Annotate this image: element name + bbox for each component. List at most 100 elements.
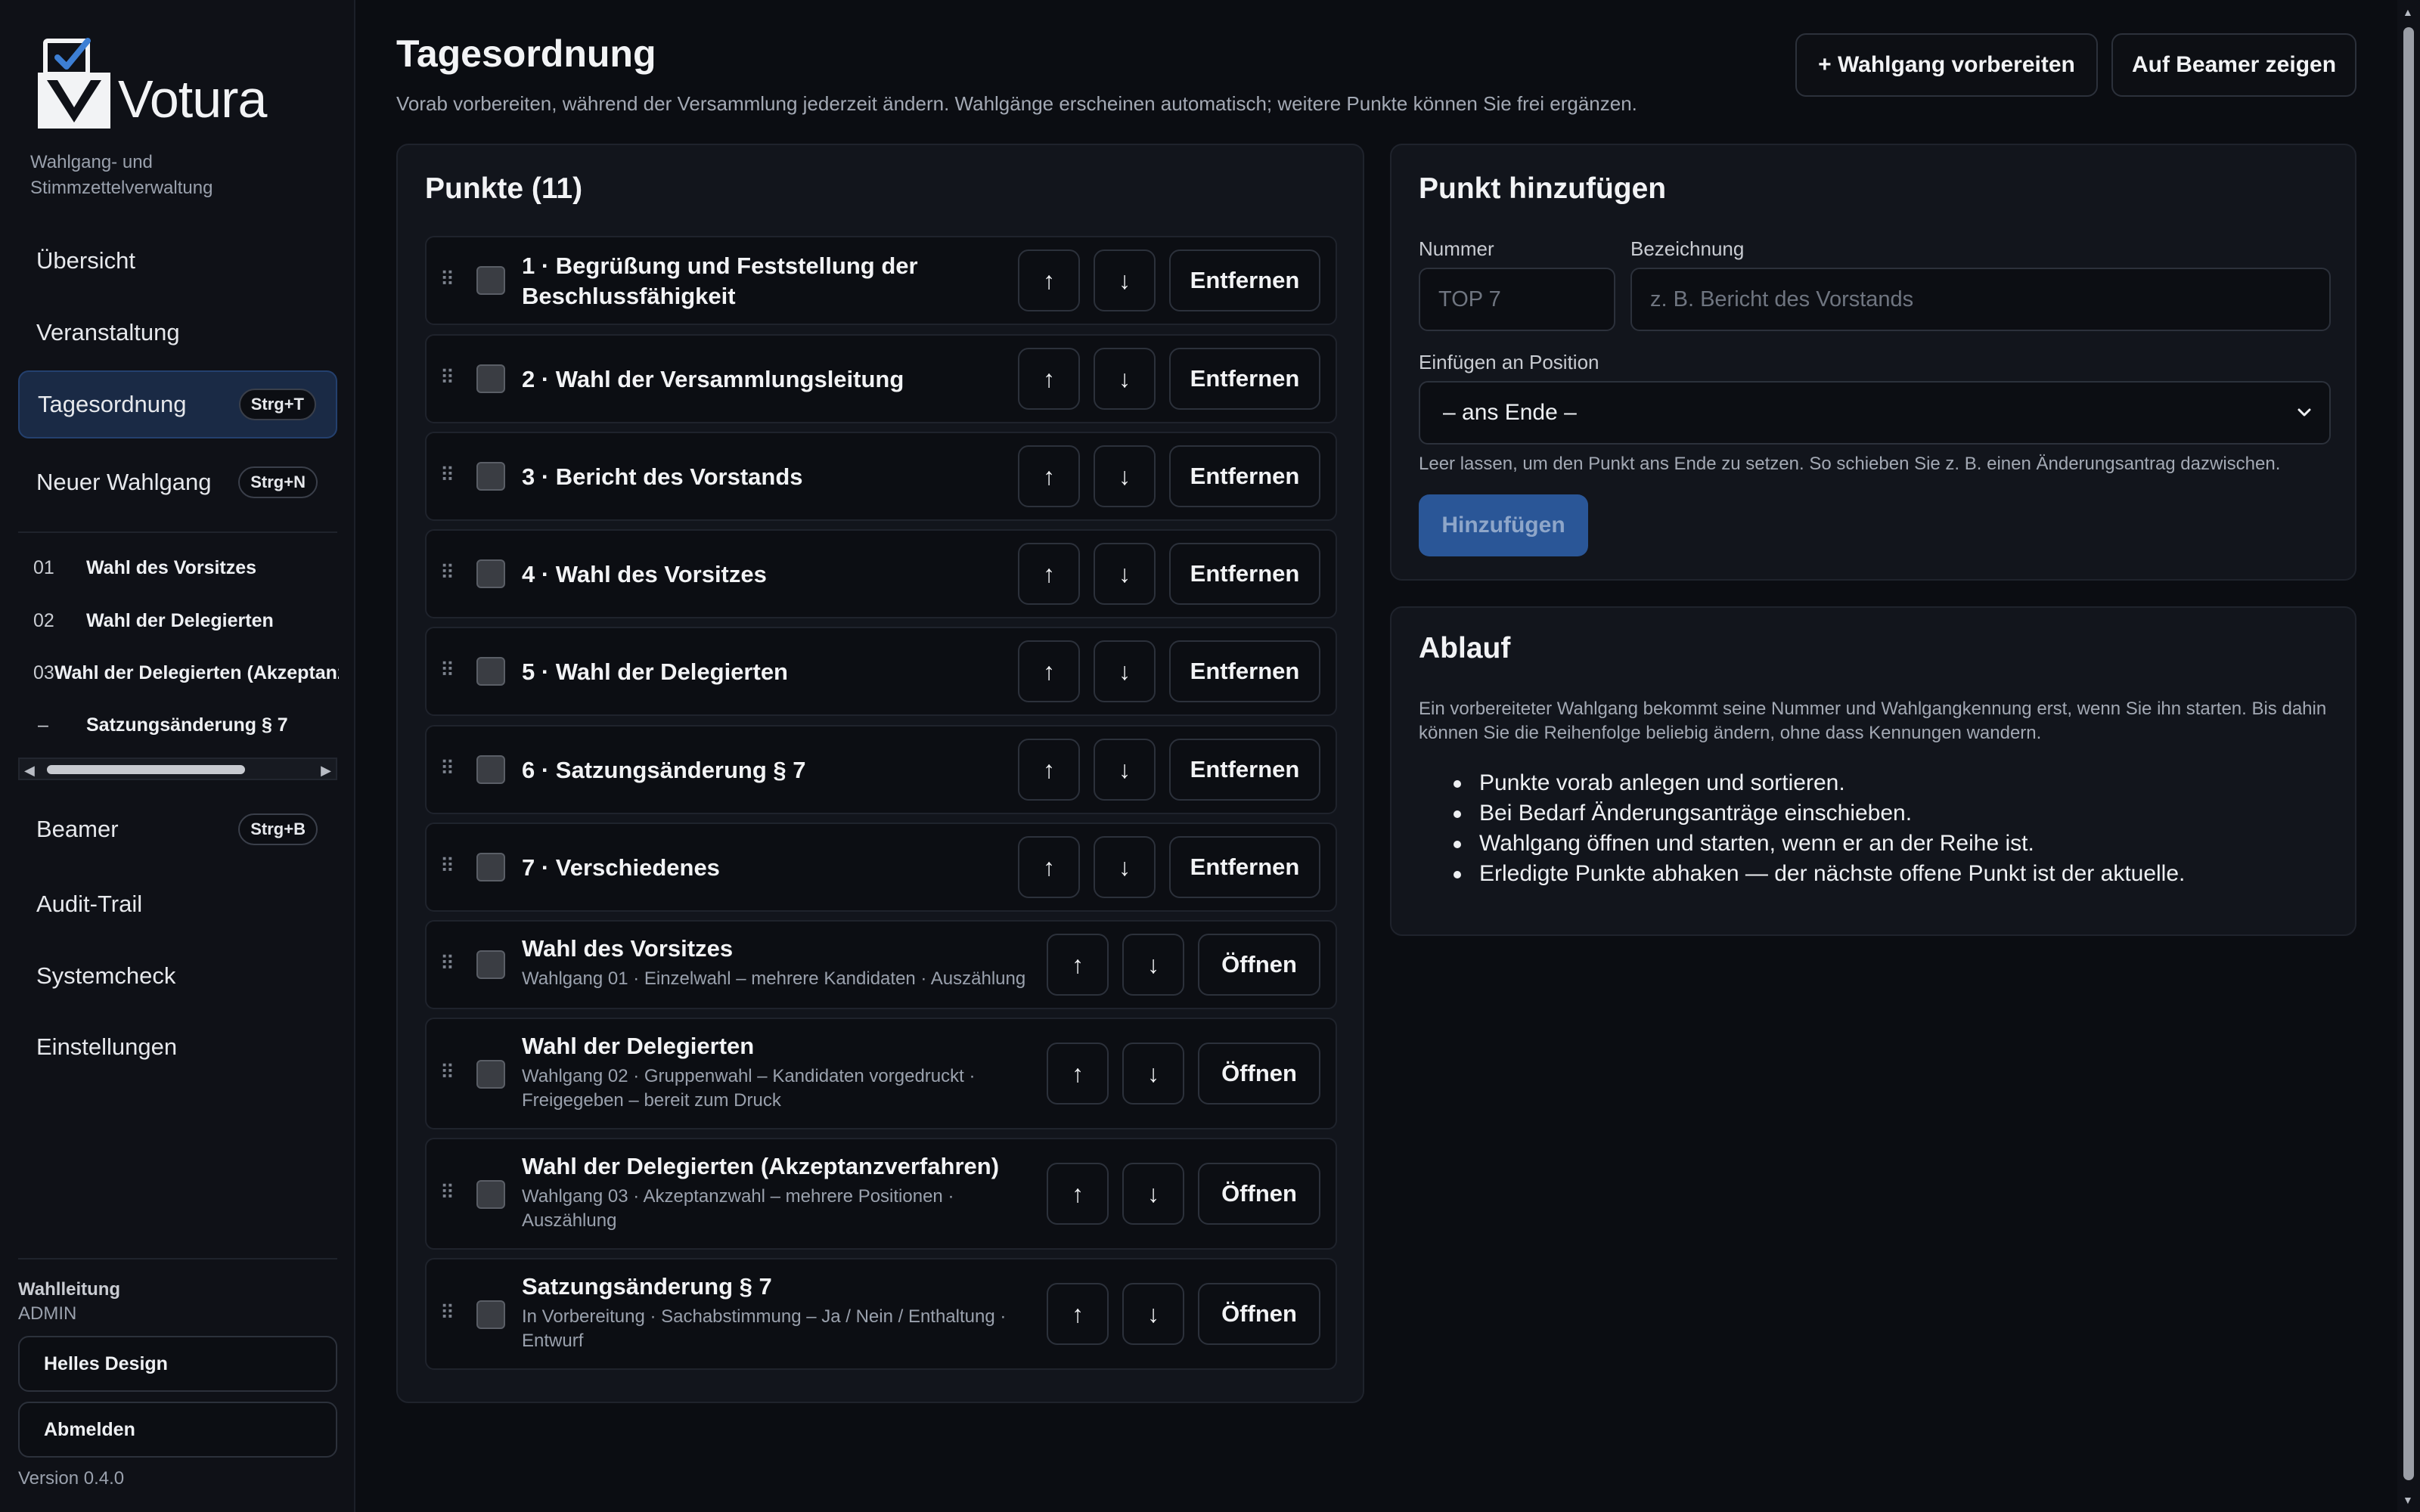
- agenda-row[interactable]: ⠿ 6 · Satzungsänderung § 7 ↑ ↓ Entfernen: [425, 725, 1337, 814]
- done-checkbox[interactable]: [476, 755, 505, 784]
- move-up-button[interactable]: ↑: [1018, 445, 1080, 507]
- show-on-beamer-button[interactable]: Auf Beamer zeigen: [2111, 33, 2356, 97]
- move-up-button[interactable]: ↑: [1047, 1163, 1109, 1225]
- drag-handle-icon[interactable]: ⠿: [440, 1301, 455, 1325]
- name-input[interactable]: z. B. Bericht des Vorstands: [1630, 268, 2331, 331]
- move-up-button[interactable]: ↑: [1047, 1043, 1109, 1105]
- remove-button[interactable]: Entfernen: [1169, 640, 1320, 702]
- done-checkbox[interactable]: [476, 364, 505, 393]
- remove-button[interactable]: Entfernen: [1169, 739, 1320, 801]
- done-checkbox[interactable]: [476, 559, 505, 588]
- open-ballot-button[interactable]: Öffnen: [1198, 1043, 1320, 1105]
- ballot-row[interactable]: ⠿ Wahl der Delegierten Wahlgang 02 · Gru…: [425, 1018, 1337, 1129]
- move-down-button[interactable]: ↓: [1122, 934, 1184, 996]
- scroll-down-icon[interactable]: ▼: [2403, 1494, 2413, 1506]
- sidebar-ballot-item[interactable]: 02 Wahl der Delegierten: [33, 602, 339, 640]
- sidebar-horizontal-scrollbar[interactable]: ◀ ▶: [18, 758, 337, 780]
- drag-handle-icon[interactable]: ⠿: [440, 1181, 455, 1204]
- remove-button[interactable]: Entfernen: [1169, 836, 1320, 898]
- sidebar-ballot-item[interactable]: – Satzungsänderung § 7: [33, 706, 339, 744]
- nav-veranstaltung[interactable]: Veranstaltung: [18, 299, 337, 367]
- move-down-button[interactable]: ↓: [1094, 739, 1156, 801]
- shortcut-badge: Strg+T: [238, 389, 316, 420]
- agenda-row[interactable]: ⠿ 1 · Begrüßung und Feststellung der Bes…: [425, 236, 1337, 325]
- agenda-row[interactable]: ⠿ 3 · Bericht des Vorstands ↑ ↓ Entferne…: [425, 432, 1337, 521]
- done-checkbox[interactable]: [476, 1300, 505, 1329]
- move-up-button[interactable]: ↑: [1018, 249, 1080, 311]
- drag-handle-icon[interactable]: ⠿: [440, 463, 455, 487]
- scroll-right-icon[interactable]: ▶: [321, 763, 331, 779]
- move-down-button[interactable]: ↓: [1094, 836, 1156, 898]
- agenda-row[interactable]: ⠿ 2 · Wahl der Versammlungsleitung ↑ ↓ E…: [425, 334, 1337, 423]
- ballot-row[interactable]: ⠿ Wahl der Delegierten (Akzeptanzverfahr…: [425, 1138, 1337, 1250]
- ballot-row[interactable]: ⠿ Satzungsänderung § 7 In Vorbereitung ·…: [425, 1258, 1337, 1370]
- open-ballot-button[interactable]: Öffnen: [1198, 1163, 1320, 1225]
- position-select[interactable]: – ans Ende –: [1419, 381, 2331, 445]
- logout-button[interactable]: Abmelden: [18, 1402, 337, 1458]
- nav-audit-trail[interactable]: Audit-Trail: [18, 870, 337, 938]
- drag-handle-icon[interactable]: ⠿: [440, 658, 455, 682]
- move-down-button[interactable]: ↓: [1094, 543, 1156, 605]
- move-down-button[interactable]: ↓: [1122, 1043, 1184, 1105]
- nav-einstellungen[interactable]: Einstellungen: [18, 1013, 337, 1081]
- app-logo[interactable]: Votura: [35, 35, 267, 130]
- done-checkbox[interactable]: [476, 853, 505, 881]
- move-down-button[interactable]: ↓: [1122, 1163, 1184, 1225]
- remove-button[interactable]: Entfernen: [1169, 445, 1320, 507]
- move-up-button[interactable]: ↑: [1047, 934, 1109, 996]
- ballot-row[interactable]: ⠿ Wahl des Vorsitzes Wahlgang 01 · Einze…: [425, 920, 1337, 1009]
- nav-tagesordnung[interactable]: Tagesordnung Strg+T: [18, 370, 337, 438]
- move-down-button[interactable]: ↓: [1094, 640, 1156, 702]
- nav-systemcheck[interactable]: Systemcheck: [18, 942, 337, 1010]
- done-checkbox[interactable]: [476, 1060, 505, 1089]
- done-checkbox[interactable]: [476, 950, 505, 979]
- agenda-row[interactable]: ⠿ 5 · Wahl der Delegierten ↑ ↓ Entfernen: [425, 627, 1337, 716]
- scrollbar-thumb[interactable]: [47, 765, 245, 774]
- done-checkbox[interactable]: [476, 266, 505, 295]
- drag-handle-icon[interactable]: ⠿: [440, 952, 455, 975]
- remove-button[interactable]: Entfernen: [1169, 543, 1320, 605]
- remove-button[interactable]: Entfernen: [1169, 348, 1320, 410]
- add-item-button[interactable]: Hinzufügen: [1419, 494, 1588, 556]
- chevron-down-icon: [2297, 408, 2311, 417]
- scroll-up-icon[interactable]: ▲: [2403, 6, 2413, 18]
- drag-handle-icon[interactable]: ⠿: [440, 757, 455, 780]
- drag-handle-icon[interactable]: ⠿: [440, 561, 455, 584]
- move-down-button[interactable]: ↓: [1094, 348, 1156, 410]
- move-up-button[interactable]: ↑: [1018, 348, 1080, 410]
- drag-handle-icon[interactable]: ⠿: [440, 1061, 455, 1084]
- done-checkbox[interactable]: [476, 462, 505, 491]
- move-up-button[interactable]: ↑: [1018, 836, 1080, 898]
- theme-toggle-button[interactable]: Helles Design: [18, 1336, 337, 1392]
- agenda-row[interactable]: ⠿ 7 · Verschiedenes ↑ ↓ Entfernen: [425, 823, 1337, 912]
- nav-neuer-wahlgang[interactable]: Neuer Wahlgang Strg+N: [18, 448, 337, 516]
- move-up-button[interactable]: ↑: [1018, 739, 1080, 801]
- page-vertical-scrollbar[interactable]: ▲ ▼: [2397, 0, 2420, 1512]
- drag-handle-icon[interactable]: ⠿: [440, 268, 455, 291]
- nav-uebersicht[interactable]: Übersicht: [18, 227, 337, 295]
- sidebar-ballot-item[interactable]: 01 Wahl des Vorsitzes: [33, 549, 339, 587]
- move-down-button[interactable]: ↓: [1122, 1283, 1184, 1345]
- move-up-button[interactable]: ↑: [1047, 1283, 1109, 1345]
- sidebar-ballot-item[interactable]: 03 Wahl der Delegierten (Akzeptanzverfah…: [33, 654, 339, 692]
- done-checkbox[interactable]: [476, 657, 505, 686]
- drag-handle-icon[interactable]: ⠿: [440, 366, 455, 389]
- scroll-left-icon[interactable]: ◀: [24, 763, 35, 779]
- done-checkbox[interactable]: [476, 1180, 505, 1209]
- move-up-button[interactable]: ↑: [1018, 543, 1080, 605]
- open-ballot-button[interactable]: Öffnen: [1198, 1283, 1320, 1345]
- ballot-title: Satzungsänderung § 7: [522, 1273, 772, 1300]
- drag-handle-icon[interactable]: ⠿: [440, 854, 455, 878]
- open-ballot-button[interactable]: Öffnen: [1198, 934, 1320, 996]
- scrollbar-thumb[interactable]: [2403, 27, 2414, 1480]
- shortcut-badge: Strg+N: [238, 466, 318, 498]
- agenda-row[interactable]: ⠿ 4 · Wahl des Vorsitzes ↑ ↓ Entfernen: [425, 529, 1337, 618]
- number-input[interactable]: TOP 7: [1419, 268, 1615, 331]
- move-down-button[interactable]: ↓: [1094, 249, 1156, 311]
- move-up-button[interactable]: ↑: [1018, 640, 1080, 702]
- move-down-button[interactable]: ↓: [1094, 445, 1156, 507]
- nav-beamer[interactable]: Beamer Strg+B: [18, 795, 337, 863]
- remove-button[interactable]: Entfernen: [1169, 249, 1320, 311]
- prepare-ballot-button[interactable]: + Wahlgang vorbereiten: [1795, 33, 2098, 97]
- add-item-panel: Punkt hinzufügen Nummer TOP 7 Bezeichnun…: [1390, 144, 2356, 581]
